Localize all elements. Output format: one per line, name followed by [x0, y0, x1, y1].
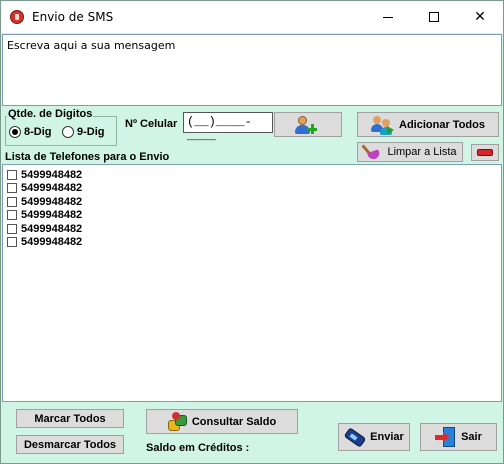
send-button[interactable]: Enviar [338, 423, 410, 451]
list-item-number: 5499948482 [21, 182, 83, 195]
radio-9-dig-indicator[interactable] [62, 126, 74, 138]
exit-door-icon [435, 426, 457, 448]
exit-button[interactable]: Sair [420, 423, 497, 451]
minus-icon [477, 149, 493, 156]
list-item[interactable]: 5499948482 [7, 195, 497, 209]
sms-window: Envio de SMS ✕ Escreva aqui a sua mensag… [0, 0, 504, 464]
cellphone-icon [343, 427, 367, 448]
credits-balance-label: Saldo em Créditos : [146, 442, 250, 454]
list-item[interactable]: 5499948482 [7, 182, 497, 196]
list-item-checkbox[interactable] [7, 169, 17, 180]
close-button[interactable]: ✕ [457, 1, 503, 33]
window-title: Envio de SMS [32, 10, 114, 24]
list-item-checkbox[interactable] [7, 210, 17, 221]
clear-list-label: Limpar a Lista [387, 146, 457, 158]
list-item-checkbox[interactable] [7, 237, 17, 248]
broom-icon [361, 144, 383, 161]
title-bar[interactable]: Envio de SMS ✕ [1, 1, 503, 33]
list-item-number: 5499948482 [21, 168, 83, 181]
radio-9-dig-label: 9-Dig [77, 126, 105, 138]
list-item[interactable]: 5499948482 [7, 222, 497, 236]
minimize-button[interactable] [365, 1, 411, 33]
users-add-all-icon [371, 115, 395, 135]
radio-8-dig-indicator[interactable] [9, 126, 21, 138]
message-placeholder: Escreva aqui a sua mensagem [7, 39, 176, 52]
maximize-button[interactable] [411, 1, 457, 33]
phone-list-title: Lista de Telefones para o Envio [5, 151, 170, 163]
clear-list-button[interactable]: Limpar a Lista [357, 142, 463, 162]
list-item-number: 5499948482 [21, 209, 83, 222]
remove-item-button[interactable] [471, 144, 499, 161]
add-all-label: Adicionar Todos [399, 118, 485, 131]
list-item-checkbox[interactable] [7, 223, 17, 234]
mark-all-button[interactable]: Marcar Todos [16, 409, 124, 428]
check-balance-button[interactable]: Consultar Saldo [146, 409, 298, 434]
list-item-number: 5499948482 [21, 222, 83, 235]
add-all-button[interactable]: Adicionar Todos [357, 112, 499, 137]
unmark-all-label: Desmarcar Todos [23, 438, 117, 451]
radio-9-dig[interactable]: 9-Dig [62, 126, 105, 138]
sms-app-icon [10, 10, 24, 24]
list-item-checkbox[interactable] [7, 196, 17, 207]
check-balance-label: Consultar Saldo [191, 415, 277, 428]
add-contact-button[interactable] [274, 112, 342, 137]
user-add-icon [295, 115, 317, 135]
celular-input[interactable]: (__)____-____ [183, 112, 273, 143]
phone-list[interactable]: 5499948482 5499948482 5499948482 5499948… [2, 164, 502, 402]
list-item[interactable]: 5499948482 [7, 236, 497, 250]
send-label: Enviar [370, 431, 404, 443]
minimize-icon [383, 16, 393, 18]
mark-all-label: Marcar Todos [34, 412, 106, 425]
maximize-icon [429, 12, 439, 22]
list-item[interactable]: 5499948482 [7, 209, 497, 223]
coins-icon [167, 411, 188, 432]
list-item-number: 5499948482 [21, 195, 83, 208]
radio-8-dig[interactable]: 8-Dig [9, 126, 52, 138]
digits-group-legend: Qtde. de Digitos [7, 108, 94, 120]
radio-8-dig-label: 8-Dig [24, 126, 52, 138]
close-icon: ✕ [474, 9, 486, 25]
exit-label: Sair [461, 431, 482, 443]
list-item-number: 5499948482 [21, 236, 83, 249]
list-item[interactable]: 5499948482 [7, 168, 497, 182]
message-textarea[interactable]: Escreva aqui a sua mensagem [2, 34, 502, 106]
unmark-all-button[interactable]: Desmarcar Todos [16, 435, 124, 454]
celular-label: Nº Celular [125, 118, 178, 130]
list-item-checkbox[interactable] [7, 183, 17, 194]
